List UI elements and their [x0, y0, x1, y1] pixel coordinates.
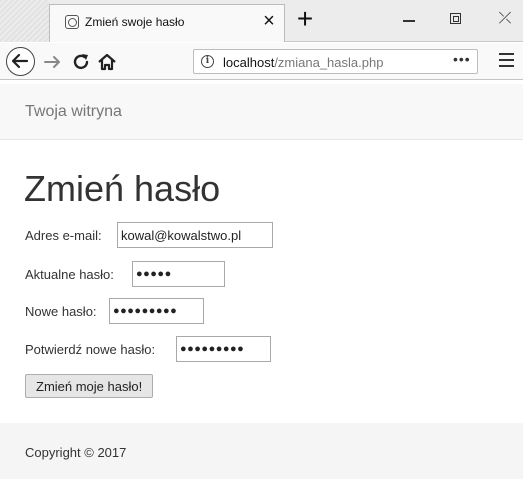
url-text: localhost/zmiana_hasla.php [223, 55, 383, 70]
tab-strip: Zmień swoje hasło × + ⤫ [0, 0, 523, 42]
copyright-text: Copyright © 2017 [25, 445, 127, 460]
confirm-password-field[interactable] [176, 336, 271, 362]
url-host: localhost [223, 55, 275, 70]
site-brand[interactable]: Twoja witryna [25, 103, 122, 121]
footer: Copyright © 2017 [0, 423, 523, 479]
page-icon [65, 15, 79, 29]
address-bar[interactable]: i localhost/zmiana_hasla.php ••• [193, 49, 478, 74]
new-tab-icon[interactable]: + [289, 4, 321, 36]
site-navbar: Twoja witryna [0, 84, 523, 140]
current-password-row: Aktualne hasło: [25, 261, 255, 287]
change-password-button[interactable]: Zmień moje hasło! [25, 374, 154, 398]
confirm-password-label: Potwierdź nowe hasło: [25, 342, 156, 357]
minimize-icon[interactable] [403, 20, 415, 22]
email-field[interactable] [117, 222, 273, 248]
arrow-right-icon [44, 56, 60, 68]
close-window-icon[interactable]: ⤫ [494, 8, 516, 30]
current-password-label: Aktualne hasło: [25, 267, 114, 282]
tab-strip-spacer [0, 0, 49, 42]
reload-button[interactable] [69, 50, 93, 74]
page-actions-icon[interactable]: ••• [453, 51, 471, 67]
new-password-row: Nowe hasło: [25, 298, 215, 324]
close-tab-icon[interactable]: × [258, 10, 280, 32]
forward-button[interactable] [41, 50, 65, 74]
reload-icon [73, 54, 89, 70]
back-button[interactable] [6, 47, 35, 76]
url-path: /zmiana_hasla.php [274, 55, 384, 70]
hamburger-menu-icon[interactable] [499, 53, 514, 67]
email-label: Adres e-mail: [25, 228, 102, 243]
tab-title: Zmień swoje hasło [85, 15, 185, 29]
info-icon[interactable]: i [201, 55, 214, 68]
active-tab[interactable]: Zmień swoje hasło × [49, 4, 285, 42]
home-icon [98, 53, 116, 71]
navigation-bar: i localhost/zmiana_hasla.php ••• [0, 43, 523, 80]
confirm-password-row: Potwierdź nowe hasło: [25, 336, 275, 362]
current-password-field[interactable] [132, 261, 225, 287]
new-password-field[interactable] [109, 298, 204, 324]
restore-icon[interactable] [450, 13, 461, 24]
page-title: Zmień hasło [24, 168, 221, 209]
arrow-left-icon [11, 53, 29, 69]
email-row: Adres e-mail: [25, 222, 285, 248]
new-password-label: Nowe hasło: [25, 304, 97, 319]
home-button[interactable] [95, 50, 119, 74]
